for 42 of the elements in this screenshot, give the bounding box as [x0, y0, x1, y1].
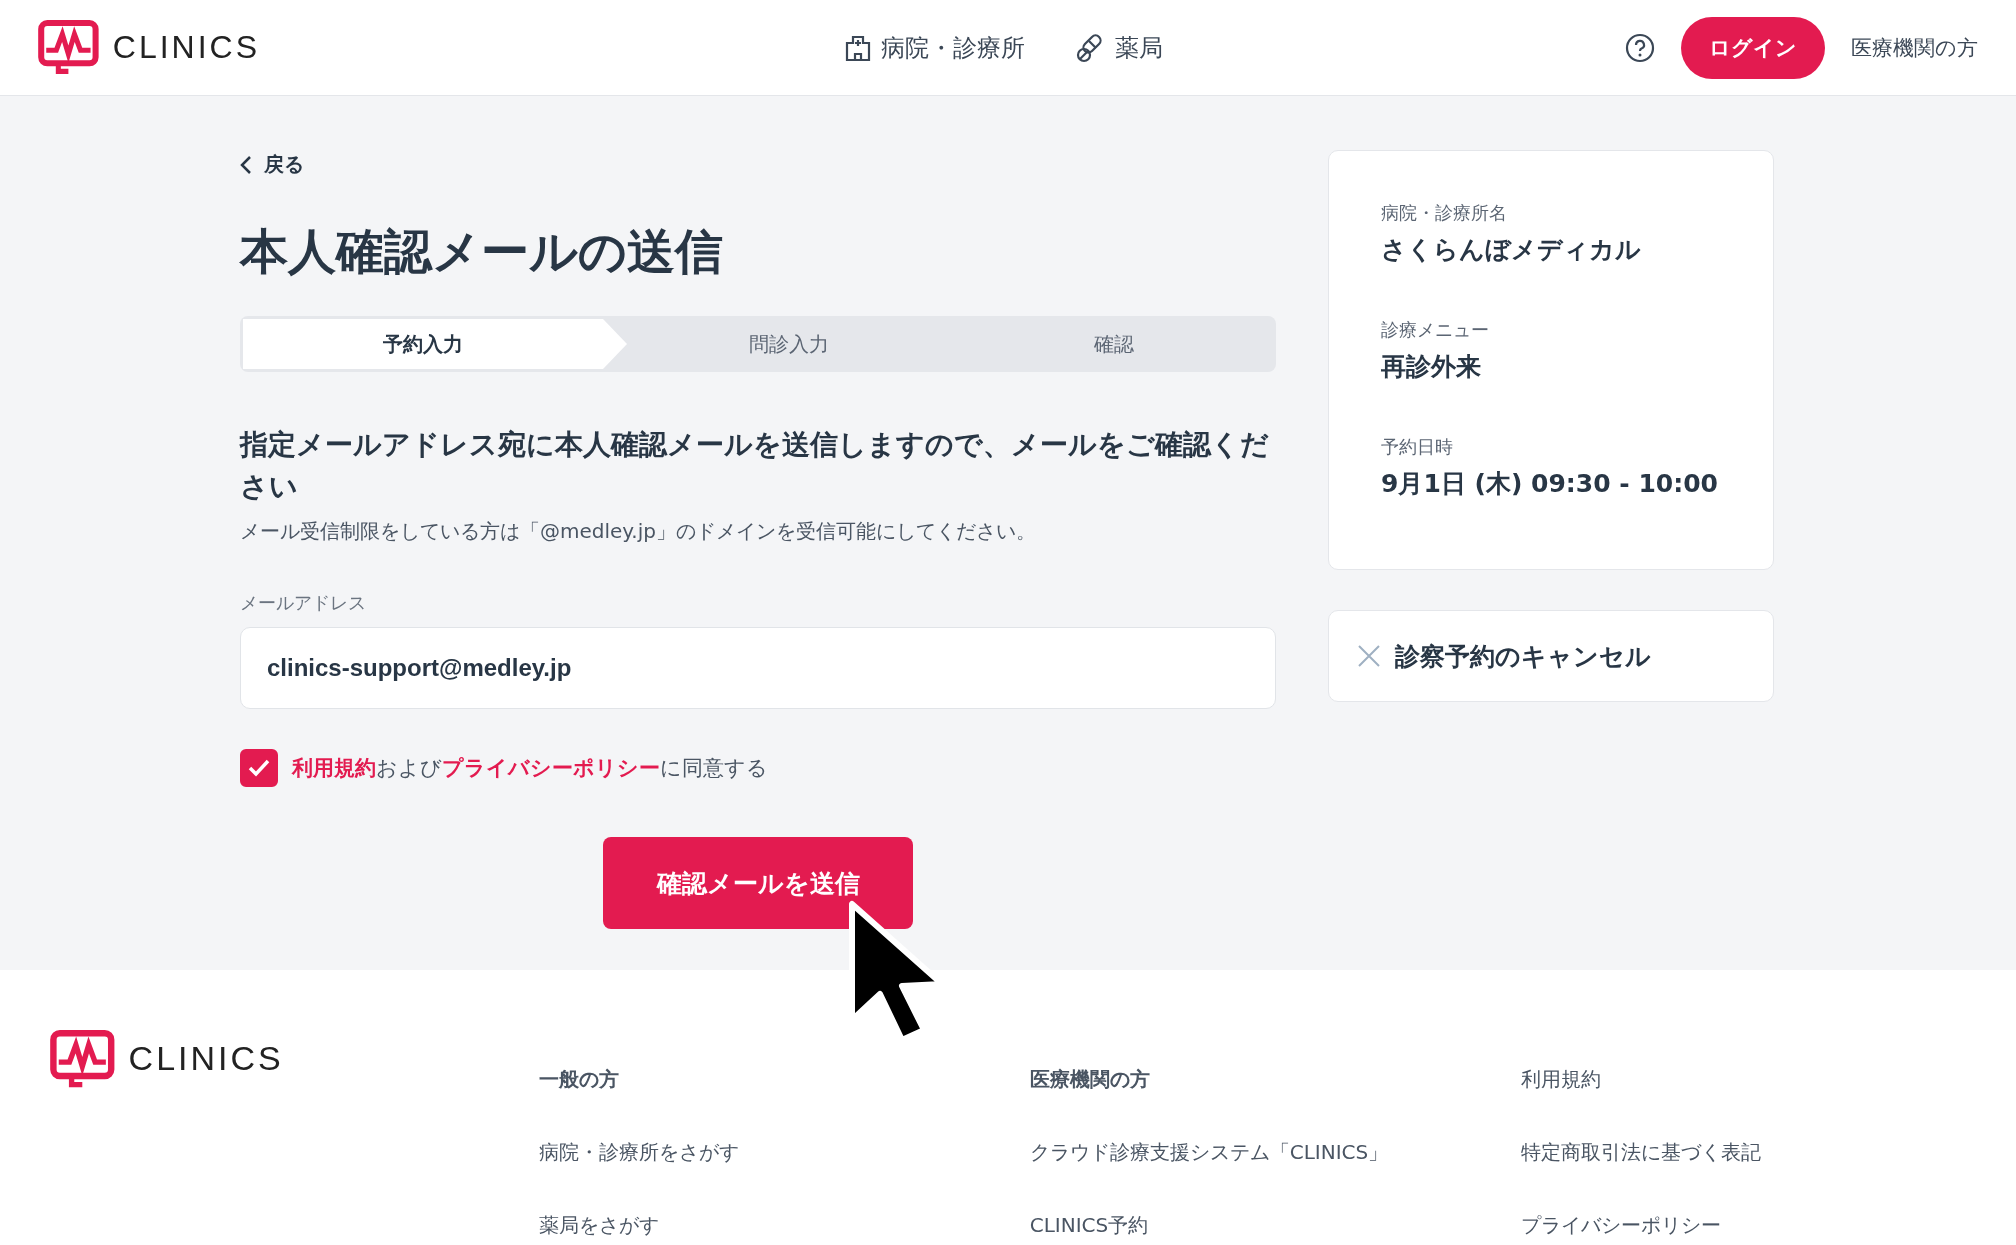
logo-icon [38, 20, 99, 75]
footer-heading: 一般の方 [538, 1066, 620, 1093]
login-button[interactable]: ログイン [1681, 16, 1825, 79]
footer-link[interactable]: CLINICS予約 [1029, 1212, 1521, 1239]
footer-link[interactable]: 特定商取引法に基づく表記 [1520, 1139, 2012, 1166]
step-label: 確認 [1092, 330, 1135, 358]
logo-wordmark: CLINICS [128, 1039, 284, 1079]
summary-label: 予約日時 [1381, 435, 1454, 459]
summary-value: 再診外来 [1381, 351, 1482, 383]
footer-heading: 医療機関の方 [1029, 1066, 1151, 1093]
footer-link[interactable]: クラウド診療支援システム「CLINICS」 [1029, 1139, 1521, 1166]
send-button[interactable]: 確認メールを送信 [603, 837, 913, 929]
chevron-left-icon [240, 154, 252, 175]
step-label: 問診入力 [748, 330, 831, 358]
footer-link[interactable]: 薬局をさがす [538, 1212, 1030, 1239]
summary-label: 病院・診療所名 [1381, 201, 1508, 225]
agree-checkbox[interactable] [240, 749, 278, 787]
footer-link[interactable]: 利用規約 [1520, 1066, 2012, 1093]
logo-wordmark: CLINICS [112, 29, 261, 66]
field-label: メールアドレス [240, 591, 367, 615]
note-text: メール受信制限をしている方は「@medley.jp」のドメインを受信可能にしてください。 [240, 518, 1037, 545]
nav-link[interactable]: 薬局 [1074, 31, 1163, 64]
close-icon [1357, 644, 1381, 668]
summary-value: 9月1日 (木) 09:30 - 10:00 [1381, 468, 1719, 500]
summary-value: さくらんぼメディカル [1381, 234, 1642, 266]
institutions-link[interactable]: 医療機関の方 [1851, 33, 1978, 62]
logo-icon [50, 1030, 115, 1088]
check-icon [247, 758, 271, 778]
agreement-text: 利用規約およびプライバシーポリシーに同意する [292, 755, 768, 782]
terms-link[interactable]: 利用規約 [292, 756, 376, 780]
instruction-heading: 指定メールアドレス宛に本人確認メールを送信しますので、メールをご確認ください [240, 427, 1270, 505]
summary-label: 診療メニュー [1381, 318, 1490, 342]
cancel-button[interactable]: 診察予約のキャンセル [1328, 610, 1774, 702]
nav-link[interactable]: 病院・診療所 [842, 31, 1025, 64]
page-title: 本人確認メールの送信 [240, 222, 724, 281]
step-label: 予約入力 [243, 319, 627, 369]
footer-link[interactable]: プライバシーポリシー [1520, 1212, 2012, 1239]
back-link[interactable]: 戻る [240, 151, 304, 178]
email-field[interactable]: clinics-support@medley.jp [240, 627, 1276, 709]
help-icon[interactable] [1625, 32, 1655, 63]
footer-link[interactable]: 病院・診療所をさがす [538, 1139, 1030, 1166]
terms-link[interactable]: プライバシーポリシー [442, 756, 660, 780]
